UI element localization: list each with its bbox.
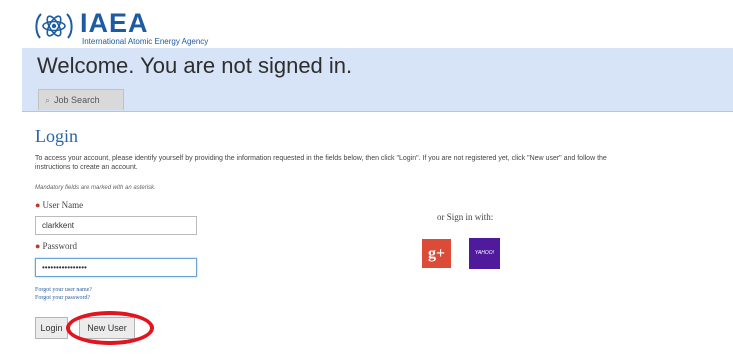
login-button[interactable]: Login <box>35 317 68 339</box>
welcome-banner: Welcome. You are not signed in. ⌕ Job Sea… <box>22 48 733 111</box>
logo-name: IAEA <box>80 8 149 38</box>
page-title: Login <box>35 126 78 146</box>
yahoo-icon: YAHOO! <box>474 250 495 256</box>
google-plus-signin-button[interactable]: g+ <box>422 239 451 268</box>
tab-job-search-label: Job Search <box>54 95 100 105</box>
username-field[interactable] <box>35 216 197 235</box>
password-label-text: Password <box>42 241 77 251</box>
yahoo-signin-button[interactable]: YAHOO! <box>469 238 500 269</box>
instructions-line-1: To access your account, please identify … <box>35 155 607 162</box>
search-icon: ⌕ <box>45 95 51 105</box>
atom-emblem-icon <box>35 13 73 39</box>
password-label: ● Password <box>35 241 77 251</box>
username-label-text: User Name <box>42 200 84 210</box>
forgot-username-link[interactable]: Forgot your user name? <box>35 287 92 293</box>
username-label: ● User Name <box>35 200 83 210</box>
google-plus-icon: g+ <box>427 245 446 262</box>
mandatory-note: Mandatory fields are marked with an aste… <box>35 185 156 191</box>
password-field[interactable] <box>35 258 197 277</box>
divider <box>22 111 733 112</box>
tab-job-search[interactable]: ⌕ Job Search <box>38 89 124 110</box>
instructions-line-2: instructions to create an account. <box>35 164 138 171</box>
login-page: IAEA International Atomic Energy Agency … <box>0 0 733 356</box>
forgot-password-link[interactable]: Forgot your password? <box>35 295 90 301</box>
logo-subtitle: International Atomic Energy Agency <box>82 37 209 46</box>
social-signin-label: or Sign in with: <box>437 212 494 222</box>
required-asterisk-icon: ● <box>35 241 41 251</box>
new-user-button[interactable]: New User <box>79 317 135 339</box>
login-instructions: To access your account, please identify … <box>35 154 733 172</box>
welcome-message: Welcome. You are not signed in. <box>37 53 353 78</box>
required-asterisk-icon: ● <box>35 200 41 210</box>
